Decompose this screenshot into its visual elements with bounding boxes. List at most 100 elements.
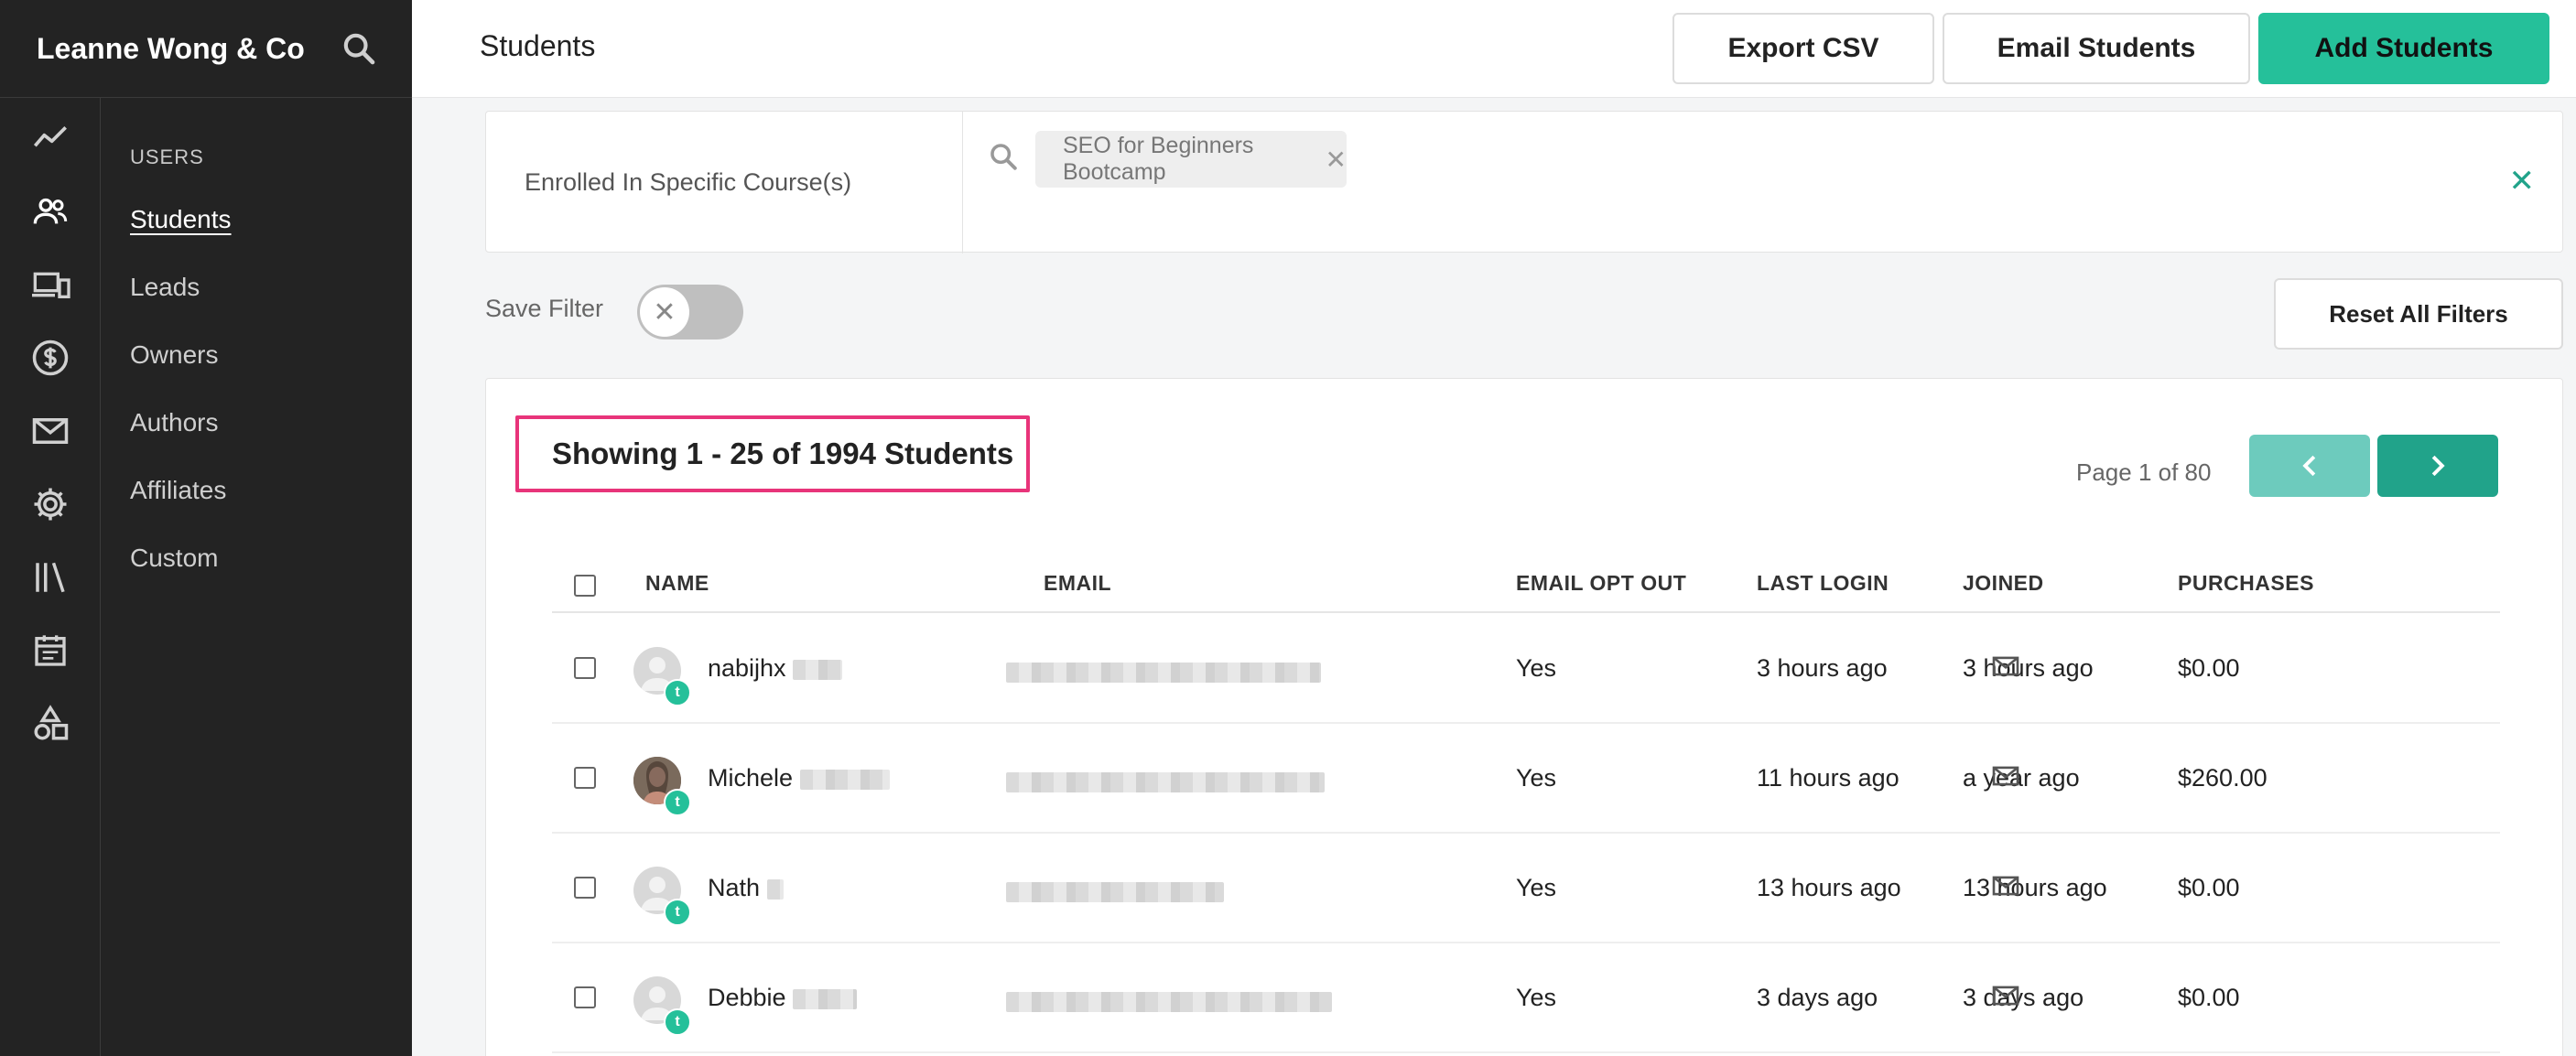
opt-out-value: Yes [1516, 654, 1557, 682]
table-row[interactable]: t Nath Yes 13 hours ago 13 hours ago $0.… [552, 834, 2500, 943]
mail-icon[interactable] [1991, 874, 2020, 898]
subnav-item-students[interactable]: Students [130, 205, 232, 234]
opt-out-value: Yes [1516, 984, 1557, 1011]
joined-value: 3 hours ago [1963, 654, 2094, 682]
filter-divider [962, 112, 963, 253]
mail-icon[interactable] [1991, 764, 2020, 788]
chip-label: SEO for Beginners Bootcamp [1063, 133, 1254, 185]
opt-out-value: Yes [1516, 764, 1557, 792]
redacted-surname [799, 769, 890, 790]
clear-filter-icon[interactable]: ✕ [2509, 163, 2536, 199]
row-checkbox[interactable] [574, 767, 596, 789]
library-icon[interactable] [28, 555, 72, 599]
devices-icon[interactable] [28, 263, 72, 307]
settings-icon[interactable] [28, 482, 72, 526]
search-icon [990, 144, 1017, 170]
brand-bar: Leanne Wong & Co [0, 0, 412, 98]
filter-label: Enrolled In Specific Course(s) [525, 168, 852, 196]
name-text: Debbie [708, 984, 786, 1011]
column-header-name[interactable]: NAME [645, 571, 709, 596]
brand-name: Leanne Wong & Co [37, 31, 305, 65]
previous-page-button[interactable] [2249, 435, 2370, 497]
student-name[interactable]: Debbie [708, 984, 858, 1012]
redacted-email [1006, 771, 1325, 792]
subnav-item-owners[interactable]: Owners [130, 340, 218, 370]
last-login-value: 13 hours ago [1757, 874, 1901, 901]
table-row[interactable]: t nabijhx Yes 3 hours ago 3 hours ago $0… [552, 614, 2500, 724]
student-name[interactable]: Michele [708, 764, 890, 792]
export-csv-button[interactable]: Export CSV [1672, 13, 1934, 84]
search-icon[interactable] [341, 30, 377, 67]
student-email [1006, 767, 1325, 795]
name-text: nabijhx [708, 654, 786, 682]
table-row[interactable]: t Michele Yes 11 hours ago a year ago $2… [552, 724, 2500, 834]
column-header-last-login[interactable]: LAST LOGIN [1757, 571, 1889, 596]
subnav-item-authors[interactable]: Authors [130, 408, 219, 437]
name-text: Nath [708, 874, 761, 901]
student-name[interactable]: Nath [708, 874, 784, 902]
student-email [1006, 986, 1332, 1015]
last-login-value: 3 days ago [1757, 984, 1878, 1011]
badge: t [664, 679, 691, 706]
last-login-value: 11 hours ago [1757, 764, 1900, 792]
course-filter-card: Enrolled In Specific Course(s) SEO for B… [485, 111, 2563, 253]
page-indicator: Page 1 of 80 [2076, 458, 2212, 486]
purchases-value: $260.00 [2178, 764, 2268, 792]
joined-value: 13 hours ago [1963, 874, 2107, 901]
reset-filters-button[interactable]: Reset All Filters [2274, 278, 2563, 350]
redacted-email [1006, 991, 1332, 1012]
redacted-email [1006, 662, 1321, 683]
chevron-left-icon [2302, 455, 2316, 477]
users-icon[interactable] [28, 189, 72, 233]
purchases-value: $0.00 [2178, 984, 2240, 1011]
mail-icon[interactable] [1991, 984, 2020, 1008]
students-table-card: Showing 1 - 25 of 1994 Students Page 1 o… [485, 378, 2563, 1056]
column-header-purchases[interactable]: PURCHASES [2178, 571, 2314, 596]
remove-chip-icon[interactable]: ✕ [1326, 145, 1347, 175]
save-filter-label: Save Filter [485, 295, 604, 322]
joined-value: 3 days ago [1963, 984, 2084, 1011]
badge: t [664, 789, 691, 816]
save-filter-toggle[interactable]: ✕ [637, 285, 743, 339]
chevron-right-icon [2431, 455, 2445, 477]
page-header: Students Export CSV Email Students Add S… [412, 0, 2576, 98]
subnav-section-title: USERS [130, 145, 204, 168]
opt-out-value: Yes [1516, 874, 1557, 901]
subnav-item-custom[interactable]: Custom [130, 544, 218, 573]
column-header-joined[interactable]: JOINED [1963, 571, 2044, 596]
calendar-icon[interactable] [28, 629, 72, 673]
purchases-value: $0.00 [2178, 654, 2240, 682]
row-checkbox[interactable] [574, 657, 596, 679]
student-email [1006, 657, 1321, 685]
analytics-icon[interactable] [28, 116, 72, 160]
student-email [1006, 877, 1224, 905]
name-text: Michele [708, 764, 794, 792]
subnav-item-affiliates[interactable]: Affiliates [130, 476, 226, 505]
page-title: Students [480, 29, 596, 62]
row-checkbox[interactable] [574, 986, 596, 1008]
joined-value: a year ago [1963, 764, 2080, 792]
icon-rail [0, 98, 101, 1056]
column-header-email[interactable]: EMAIL [1044, 571, 1111, 596]
column-header-email-opt-out[interactable]: EMAIL OPT OUT [1516, 571, 1686, 596]
dollar-icon[interactable] [28, 336, 72, 380]
redacted-surname [766, 878, 784, 900]
last-login-value: 3 hours ago [1757, 654, 1888, 682]
add-students-button[interactable]: Add Students [2258, 13, 2549, 84]
mail-icon[interactable] [1991, 654, 2020, 678]
next-page-button[interactable] [2377, 435, 2498, 497]
row-checkbox[interactable] [574, 877, 596, 899]
email-students-button[interactable]: Email Students [1943, 13, 2250, 84]
users-subnav: USERS Students Leads Owners Authors Affi… [101, 98, 412, 1056]
student-name[interactable]: nabijhx [708, 654, 843, 683]
redacted-surname [793, 988, 858, 1009]
subnav-item-leads[interactable]: Leads [130, 273, 200, 302]
badge: t [664, 1008, 691, 1036]
table-row[interactable]: t Debbie Yes 3 days ago 3 days ago $0.00 [552, 943, 2500, 1053]
shapes-icon[interactable] [28, 702, 72, 746]
select-all-checkbox[interactable] [574, 575, 596, 597]
table-header: NAME EMAIL EMAIL OPT OUT LAST LOGIN JOIN… [552, 544, 2500, 613]
course-filter-chip: SEO for Beginners Bootcamp ✕ [1035, 131, 1347, 188]
badge: t [664, 899, 691, 926]
mail-icon[interactable] [28, 409, 72, 453]
